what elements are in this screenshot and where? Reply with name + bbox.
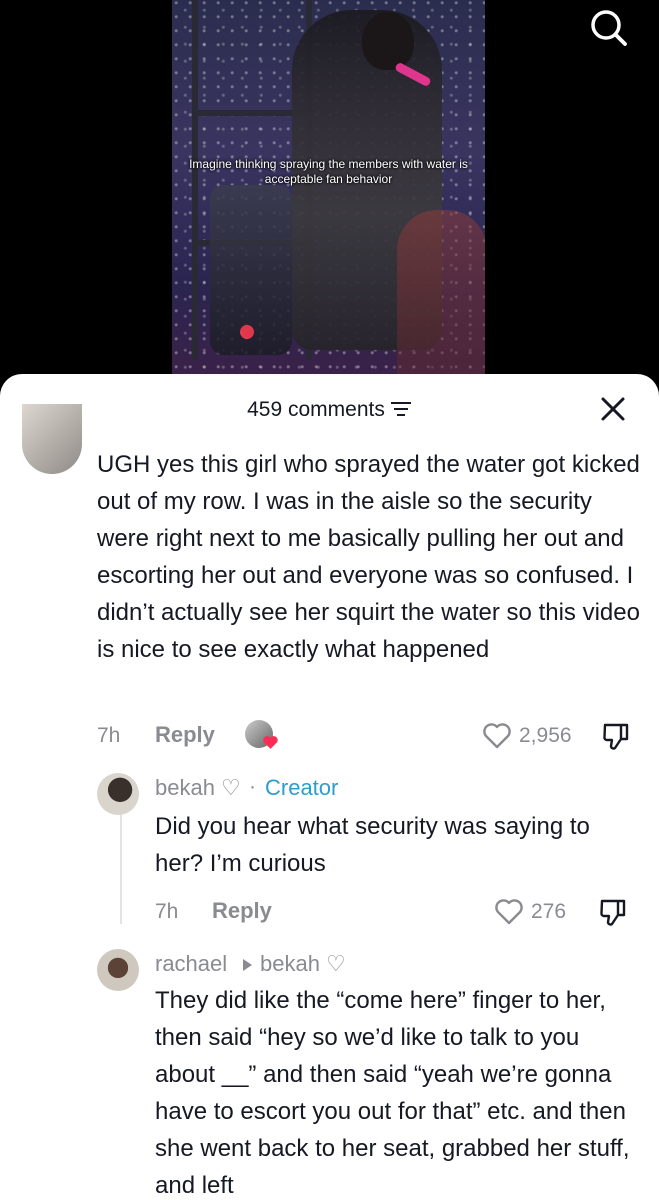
comments-sheet: 459 comments UGH yes this girl who spray… <box>0 374 659 1200</box>
comment-text: Did you hear what security was saying to… <box>155 813 590 877</box>
comment-text: They did like the “come here” finger to … <box>155 987 630 1199</box>
comment-text: UGH yes this girl who sprayed the water … <box>97 451 640 663</box>
video-player[interactable]: Imagine thinking spraying the members wi… <box>0 0 659 400</box>
performer-head <box>362 12 414 70</box>
fan-phone <box>210 185 292 355</box>
avatar[interactable] <box>22 404 82 474</box>
close-button[interactable] <box>598 394 628 424</box>
separator: · <box>249 775 256 798</box>
thread-line <box>120 804 122 924</box>
close-icon <box>601 397 625 421</box>
heart-icon[interactable] <box>494 898 524 926</box>
video-caption: Imagine thinking spraying the members wi… <box>189 157 468 186</box>
comment-username[interactable]: rachael <box>155 951 227 977</box>
avatar[interactable] <box>97 773 139 815</box>
comment-username[interactable]: bekah ♡ <box>155 775 241 801</box>
like-count: 2,956 <box>519 724 572 747</box>
like-count: 276 <box>531 900 567 923</box>
fan-hand <box>397 210 485 380</box>
comment-count-label: 459 comments <box>247 398 385 421</box>
reply-arrow-icon <box>243 959 252 971</box>
avatar[interactable] <box>97 949 139 991</box>
creator-liked-badge <box>245 720 279 752</box>
comment-count[interactable]: 459 comments <box>0 398 659 422</box>
comment-time: 7h <box>97 724 121 747</box>
creator-badge: Creator <box>265 775 339 800</box>
reply-button[interactable]: Reply <box>155 722 215 748</box>
video-frame[interactable]: Imagine thinking spraying the members wi… <box>172 0 485 380</box>
filter-icon[interactable] <box>390 401 412 417</box>
liked-heart-icon <box>263 736 278 749</box>
dislike-icon[interactable] <box>601 721 631 751</box>
heart-icon[interactable] <box>482 722 512 750</box>
sheet-header: 459 comments <box>0 392 659 428</box>
search-icon <box>591 10 627 46</box>
reply-button[interactable]: Reply <box>212 898 272 924</box>
dislike-icon[interactable] <box>598 897 628 927</box>
reply-to-username[interactable]: bekah ♡ <box>260 951 346 977</box>
search-button[interactable] <box>587 6 631 50</box>
comment-time: 7h <box>155 900 179 923</box>
